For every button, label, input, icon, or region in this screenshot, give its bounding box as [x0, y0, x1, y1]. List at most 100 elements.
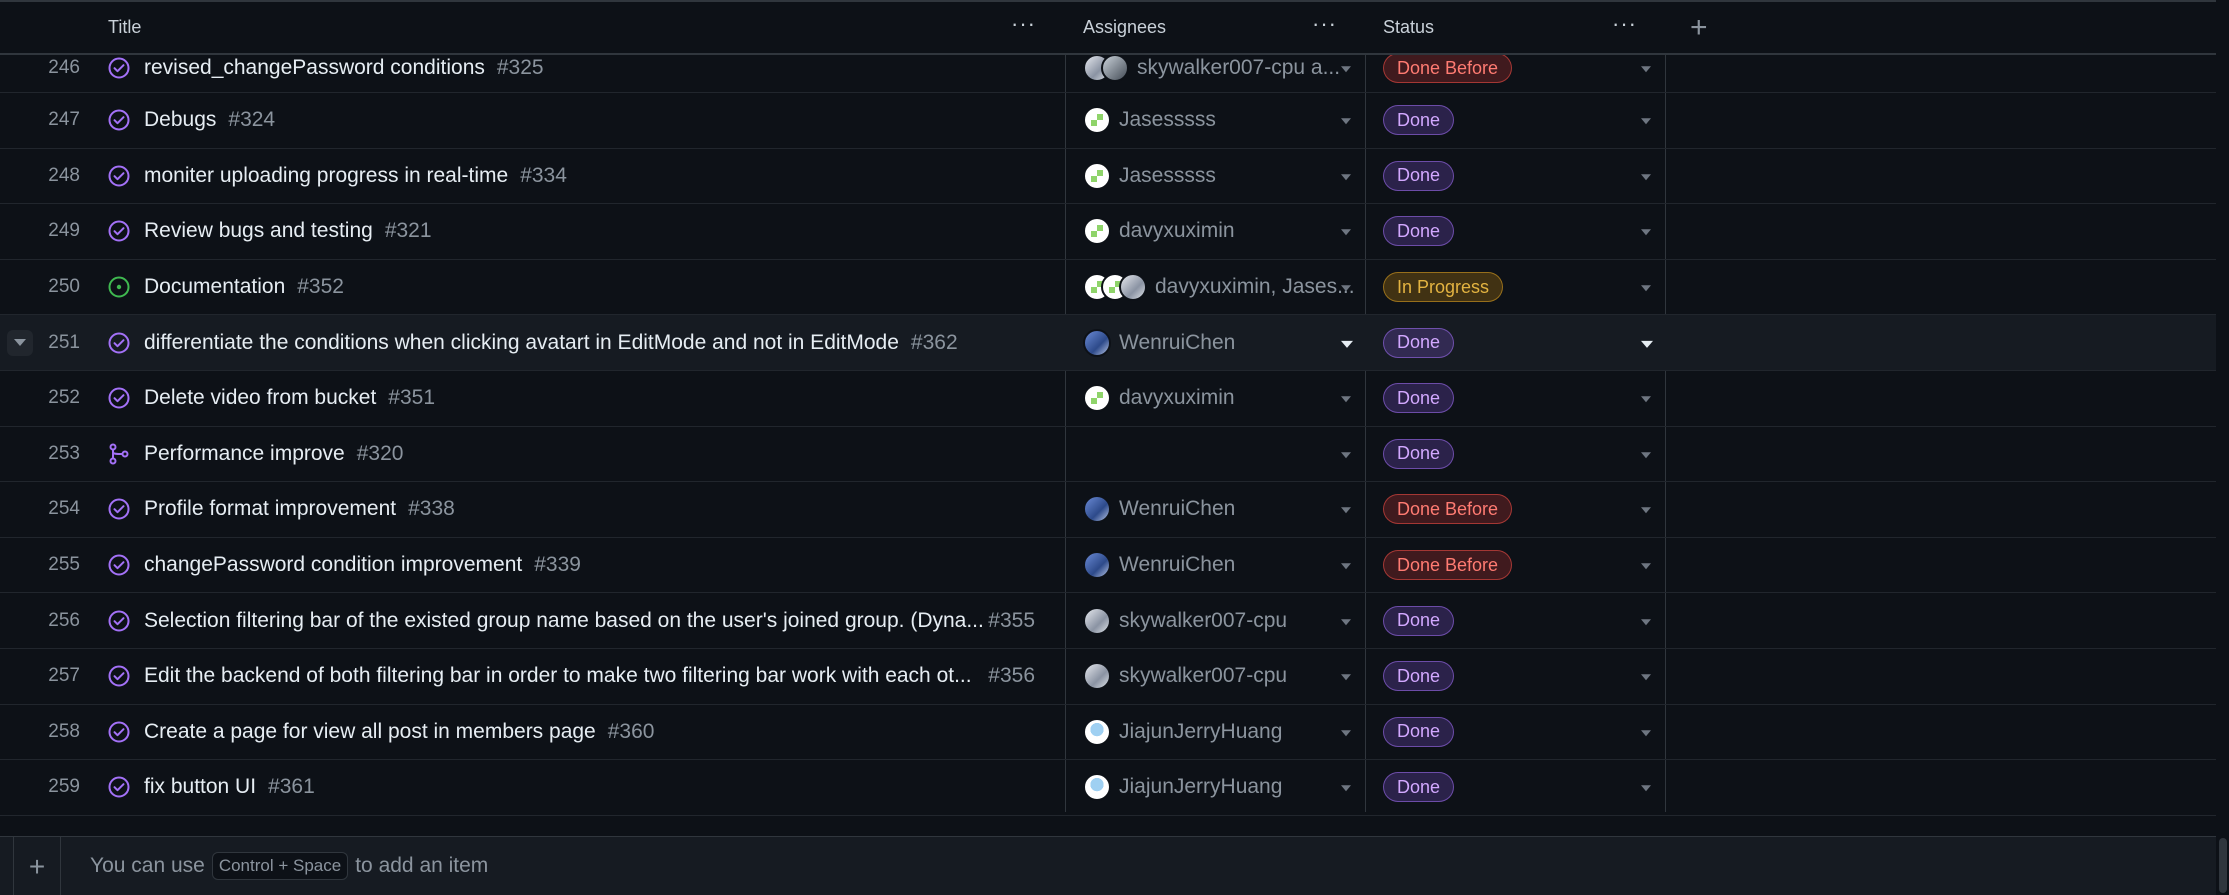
assignees-dropdown-chevron-down-icon[interactable] — [1341, 674, 1351, 681]
item-title-link[interactable]: Performance improve #320 — [144, 442, 403, 466]
avatar — [1083, 606, 1111, 635]
assignees-dropdown-chevron-down-icon[interactable] — [1341, 396, 1351, 403]
item-title-link[interactable]: differentiate the conditions when clicki… — [144, 331, 958, 355]
status-dropdown-chevron-down-icon[interactable] — [1641, 66, 1651, 73]
assignees-dropdown-chevron-down-icon[interactable] — [1341, 618, 1351, 625]
status-dropdown-chevron-down-icon[interactable] — [1641, 674, 1651, 681]
status-dropdown-chevron-down-icon[interactable] — [1641, 452, 1651, 459]
table-row[interactable]: 257 Edit the backend of both filtering ba… — [0, 649, 2216, 705]
table-row[interactable]: 250 Documentation #352 davyxuximin, Jases..… — [0, 260, 2216, 316]
assignees-cell[interactable]: WenruiChen — [1083, 328, 1235, 357]
status-badge[interactable]: Done — [1383, 105, 1455, 136]
assignees-cell[interactable]: Jasesssss — [1083, 106, 1216, 135]
assignees-dropdown-chevron-down-icon[interactable] — [1341, 229, 1351, 236]
item-title-link[interactable]: Profile format improvement #338 — [144, 497, 455, 521]
table-row[interactable]: 255 changePassword condition improvement #… — [0, 538, 2216, 594]
status-badge[interactable]: Done — [1383, 716, 1455, 747]
table-row[interactable]: 253 Performance improve #320 Done — [0, 427, 2216, 483]
item-title-link[interactable]: Create a page for view all post in membe… — [144, 720, 654, 744]
item-title-link[interactable]: moniter uploading progress in real-time #… — [144, 164, 567, 188]
status-dropdown-chevron-down-icon[interactable] — [1641, 118, 1651, 125]
table-row[interactable]: 249 Review bugs and testing #321 davyxuximi… — [0, 204, 2216, 260]
status-badge[interactable]: Done Before — [1383, 494, 1513, 525]
column-header-status[interactable]: Status ··· — [1383, 2, 1663, 53]
status-dropdown-chevron-down-icon[interactable] — [1641, 507, 1651, 514]
status-dropdown-chevron-down-icon[interactable] — [1641, 785, 1651, 792]
assignees-dropdown-chevron-down-icon[interactable] — [1341, 174, 1351, 181]
assignees-dropdown-chevron-down-icon[interactable] — [1341, 563, 1351, 570]
add-field-plus-icon[interactable]: + — [1690, 2, 1720, 53]
table-row[interactable]: 251 differentiate the conditions when cli… — [0, 315, 2216, 371]
status-badge[interactable]: Done — [1383, 160, 1455, 191]
assignees-cell[interactable]: WenruiChen — [1083, 495, 1236, 524]
status-dropdown-chevron-down-icon[interactable] — [1641, 340, 1653, 348]
table-row[interactable]: 258 Create a page for view all post in me… — [0, 705, 2216, 761]
status-badge[interactable]: Done — [1383, 383, 1455, 414]
item-title-link[interactable]: Documentation #352 — [144, 275, 344, 299]
assignees-dropdown-chevron-down-icon[interactable] — [1341, 340, 1353, 348]
status-badge[interactable]: Done — [1383, 216, 1455, 247]
assignees-cell[interactable]: davyxuximin — [1083, 217, 1235, 246]
assignees-cell[interactable]: JiajunJerryHuang — [1083, 717, 1282, 746]
table-row[interactable]: 259 fix button UI #361 JiajunJerryHuang Done — [0, 760, 2216, 816]
assignees-dropdown-chevron-down-icon[interactable] — [1341, 730, 1351, 737]
assignees-dropdown-chevron-down-icon[interactable] — [1341, 785, 1351, 792]
table-row[interactable]: 256 Selection filtering bar of the existe… — [0, 593, 2216, 649]
table-row[interactable]: 252 Delete video from bucket #351 davyxuxim… — [0, 371, 2216, 427]
item-title-link[interactable]: changePassword condition improvement #339 — [144, 553, 581, 577]
assignees-cell[interactable]: skywalker007-cpu — [1083, 606, 1287, 635]
assignees-cell[interactable]: davyxuximin — [1083, 384, 1235, 413]
vertical-scrollbar[interactable] — [2216, 0, 2229, 895]
assignees-cell[interactable]: Jasesssss — [1083, 161, 1216, 190]
table-row[interactable]: 254 Profile format improvement #338 WenruiC… — [0, 482, 2216, 538]
status-dropdown-chevron-down-icon[interactable] — [1641, 229, 1651, 236]
issue-number: #360 — [607, 719, 655, 743]
add-item-row[interactable]: + You can use Control + Space to add an … — [0, 836, 2216, 895]
scrollbar-thumb[interactable] — [2219, 838, 2227, 893]
assignees-dropdown-chevron-down-icon[interactable] — [1341, 452, 1351, 459]
assignees-dropdown-chevron-down-icon[interactable] — [1341, 118, 1351, 125]
assignees-cell[interactable]: davyxuximin, Jases... — [1083, 273, 1355, 302]
item-title-link[interactable]: Selection filtering bar of the existed g… — [144, 609, 984, 633]
assignees-cell[interactable]: skywalker007-cpu a... — [1083, 54, 1340, 82]
assignees-column-menu-icon[interactable]: ··· — [1312, 13, 1337, 35]
status-dropdown-chevron-down-icon[interactable] — [1641, 618, 1651, 625]
status-badge[interactable]: Done — [1383, 772, 1455, 803]
column-header-title[interactable]: Title ··· — [108, 2, 1064, 53]
assignees-cell[interactable]: skywalker007-cpu — [1083, 662, 1287, 691]
table-row[interactable]: 247 Debugs #324 Jasesssss Done — [0, 93, 2216, 149]
status-badge[interactable]: Done — [1383, 438, 1455, 469]
item-title: differentiate the conditions when clicki… — [144, 330, 899, 354]
status-dropdown-chevron-down-icon[interactable] — [1641, 563, 1651, 570]
status-badge[interactable]: Done — [1383, 327, 1455, 358]
item-title-link[interactable]: Delete video from bucket #351 — [144, 386, 435, 410]
item-title-link[interactable]: revised_changePassword conditions #325 — [144, 56, 544, 80]
status-badge[interactable]: Done — [1383, 605, 1455, 636]
status-badge[interactable]: Done Before — [1383, 550, 1513, 581]
status-badge[interactable]: In Progress — [1383, 272, 1504, 303]
add-item-hint[interactable]: You can use Control + Space to add an it… — [90, 852, 488, 880]
status-badge[interactable]: Done — [1383, 661, 1455, 692]
status-dropdown-chevron-down-icon[interactable] — [1641, 174, 1651, 181]
status-dropdown-chevron-down-icon[interactable] — [1641, 730, 1651, 737]
table-row[interactable]: 248 moniter uploading progress in real-ti… — [0, 149, 2216, 205]
item-title-link[interactable]: Review bugs and testing #321 — [144, 219, 432, 243]
column-header-assignees[interactable]: Assignees ··· — [1083, 2, 1363, 53]
assignee-names: WenruiChen — [1119, 497, 1236, 521]
assignees-cell[interactable]: WenruiChen — [1083, 551, 1235, 580]
assignees-dropdown-chevron-down-icon[interactable] — [1341, 66, 1351, 73]
item-title-link[interactable]: Debugs #324 — [144, 108, 275, 132]
assignees-cell[interactable]: JiajunJerryHuang — [1083, 773, 1282, 802]
status-badge[interactable]: Done Before — [1383, 53, 1513, 83]
status-dropdown-chevron-down-icon[interactable] — [1641, 285, 1651, 292]
add-item-plus-icon[interactable]: + — [13, 837, 61, 895]
avatar — [1083, 773, 1111, 802]
assignees-dropdown-chevron-down-icon[interactable] — [1341, 285, 1351, 292]
item-title-link[interactable]: fix button UI #361 — [144, 775, 315, 799]
status-dropdown-chevron-down-icon[interactable] — [1641, 396, 1651, 403]
assignees-dropdown-chevron-down-icon[interactable] — [1341, 507, 1351, 514]
item-title-link[interactable]: Edit the backend of both filtering bar i… — [144, 664, 972, 688]
issue-closed-icon — [107, 720, 131, 744]
status-column-menu-icon[interactable]: ··· — [1612, 13, 1637, 35]
title-column-menu-icon[interactable]: ··· — [1011, 13, 1036, 35]
